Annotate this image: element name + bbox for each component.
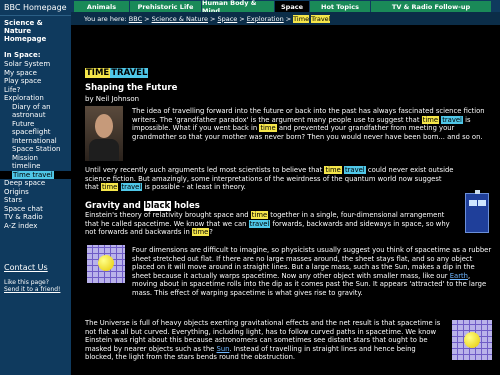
breadcrumb-prefix: You are here:: [84, 14, 127, 23]
sidebar-item-space-station[interactable]: Space Station: [0, 145, 71, 154]
breadcrumb-current: Time Travel: [293, 14, 331, 23]
sidebar-item-my-space[interactable]: My space: [0, 69, 71, 78]
in-space-label: In Space:: [4, 51, 41, 59]
breadcrumb-exploration[interactable]: Exploration: [247, 15, 284, 23]
sidebar-item-label: Space Station: [12, 145, 61, 153]
h2-text-a: Gravity and: [85, 201, 144, 211]
tab-space[interactable]: Space: [275, 1, 309, 12]
p4-text-a: Four dimensions are difficult to imagine…: [132, 246, 492, 280]
contact-us-link[interactable]: Contact Us: [4, 263, 48, 272]
p3-hl-time2: time: [191, 228, 210, 237]
p2-hl-travel: travel: [343, 166, 366, 174]
sidebar-item-label: International: [12, 136, 57, 145]
paragraph-5: The Universe is full of heavy objects ex…: [85, 319, 443, 362]
p1-hl-time: time: [421, 115, 440, 124]
share-line-1: Like this page?: [4, 279, 49, 286]
sidebar-item-label: TV & Radio: [4, 213, 43, 221]
sidebar-item-tv-radio[interactable]: TV & Radio: [0, 213, 71, 222]
sidebar-item-label: Diary of an: [12, 102, 51, 111]
sidebar-nav: Solar System My space Play space Life? Explo…: [0, 60, 71, 230]
p2-hl-travel2: travel: [120, 183, 143, 192]
sidebar-item-label: Origins: [4, 187, 29, 196]
sidebar-item-label: Deep space: [4, 179, 46, 187]
tab-prehistoric-life[interactable]: Prehistoric Life: [130, 1, 201, 12]
sidebar-item-diary-of-an[interactable]: Diary of an: [0, 103, 71, 112]
paragraph-1: The idea of travelling forward into the …: [132, 107, 494, 141]
sidebar-item-future-spaceflight[interactable]: Future spaceflight: [0, 120, 71, 137]
p3-text-a: Einstein's theory of relativity brought …: [85, 211, 251, 219]
paragraph-3: Einstein's theory of relativity brought …: [85, 211, 455, 237]
heading-shaping-future: Shaping the Future: [85, 83, 178, 93]
sidebar-item-astronaut[interactable]: astronaut: [0, 111, 71, 120]
earth-link[interactable]: Earth: [450, 272, 468, 280]
science-nature-homepage-link[interactable]: Science & Nature Homepage: [0, 15, 71, 45]
breadcrumb-bbc[interactable]: BBC: [129, 15, 142, 23]
p3-hl-travel: travel: [248, 219, 271, 228]
paragraph-2: Until very recently such arguments led m…: [85, 166, 455, 192]
sidebar-item-exploration[interactable]: Exploration: [0, 94, 71, 103]
title-word-travel: TRAVEL: [110, 68, 149, 78]
tab-tv-radio-follow-up[interactable]: TV & Radio Follow-up: [371, 1, 491, 12]
sidebar-item-label: Play space: [4, 77, 42, 85]
p2-text-c: is possible - at least in theory.: [142, 183, 246, 192]
sidebar-item-stars[interactable]: Stars: [0, 196, 71, 205]
sidebar-item-play-space[interactable]: Play space: [0, 77, 71, 86]
paragraph-4: Four dimensions are difficult to imagine…: [132, 246, 494, 298]
sidebar-item-time-travel[interactable]: Time travel: [0, 170, 71, 179]
p1-hl-time2: time: [259, 124, 277, 133]
p2-hl-time: time: [324, 166, 342, 174]
sidebar-item-deep-space[interactable]: Deep space: [0, 179, 71, 188]
share-page-text: Like this page? Send it to a friend!: [4, 279, 60, 293]
sun-link[interactable]: Sun: [217, 345, 230, 353]
sidebar-item-space-chat[interactable]: Space chat: [0, 205, 71, 214]
p3-hl-time: time: [250, 211, 269, 219]
h2-hl-black: black: [143, 201, 172, 211]
sidebar-item-label: Solar System: [4, 60, 51, 68]
sidebar-item-life-[interactable]: Life?: [0, 86, 71, 95]
tardis-image: [465, 190, 489, 233]
sidebar-item-label: Time travel: [12, 170, 54, 179]
breadcrumb-science-nature[interactable]: Science & Nature: [152, 15, 208, 23]
sidebar-item-label: Exploration: [4, 94, 44, 102]
sidebar-item-label: My space: [4, 68, 37, 77]
byline: by Neil Johnson: [85, 95, 140, 103]
section-line-1: Science & Nature: [4, 19, 43, 35]
sidebar-item-international[interactable]: International: [0, 137, 71, 146]
h2-text-b: holes: [171, 201, 200, 211]
sidebar-item-label: Mission timeline: [12, 153, 41, 171]
author-photo: [85, 106, 123, 161]
spacetime-diagram-1: [87, 245, 125, 283]
sidebar-item-label: A-Z index: [4, 221, 38, 230]
crumb-word-1: Time: [293, 14, 310, 23]
p2-hl-time2: time: [100, 183, 119, 192]
heading-gravity-black-holes: Gravity and black holes: [85, 201, 200, 211]
left-sidebar: BBC Homepage Science & Nature Homepage I…: [0, 0, 71, 375]
title-word-time: TIME: [85, 68, 111, 78]
p1-hl-travel: travel: [441, 115, 463, 124]
tab-hot-topics[interactable]: Hot Topics: [310, 1, 370, 12]
spacetime-diagram-2: [452, 320, 492, 360]
crumb-word-2: Travel: [311, 14, 331, 23]
sidebar-item-label: Stars: [4, 196, 23, 204]
p3-text-d: ?: [209, 228, 213, 237]
breadcrumb: You are here: BBC > Science & Nature > Spa…: [71, 12, 500, 25]
send-to-friend-link[interactable]: Send it to a friend!: [4, 286, 60, 293]
section-line-2: Homepage: [4, 35, 47, 43]
sidebar-item-solar-system[interactable]: Solar System: [0, 60, 71, 69]
sidebar-item-label: Life?: [4, 85, 21, 94]
sidebar-item-label: Space chat: [4, 204, 43, 213]
sidebar-item-origins[interactable]: Origins: [0, 188, 71, 197]
section-tabs: Animals Prehistoric Life Human Body & Mind…: [71, 0, 500, 15]
p2-text-a: Until very recently such arguments led m…: [85, 166, 325, 174]
sidebar-item-a-z-index[interactable]: A-Z index: [0, 222, 71, 231]
tab-human-body-mind[interactable]: Human Body & Mind: [202, 0, 274, 15]
sidebar-item-label: Future spaceflight: [12, 119, 51, 137]
bbc-homepage-link[interactable]: BBC Homepage: [0, 0, 71, 15]
sidebar-item-label: astronaut: [12, 111, 46, 119]
page-title: TIME TRAVEL: [85, 68, 149, 78]
breadcrumb-space[interactable]: Space: [217, 15, 237, 23]
sidebar-item-mission-timeline[interactable]: Mission timeline: [0, 154, 71, 171]
tab-animals[interactable]: Animals: [74, 1, 129, 12]
